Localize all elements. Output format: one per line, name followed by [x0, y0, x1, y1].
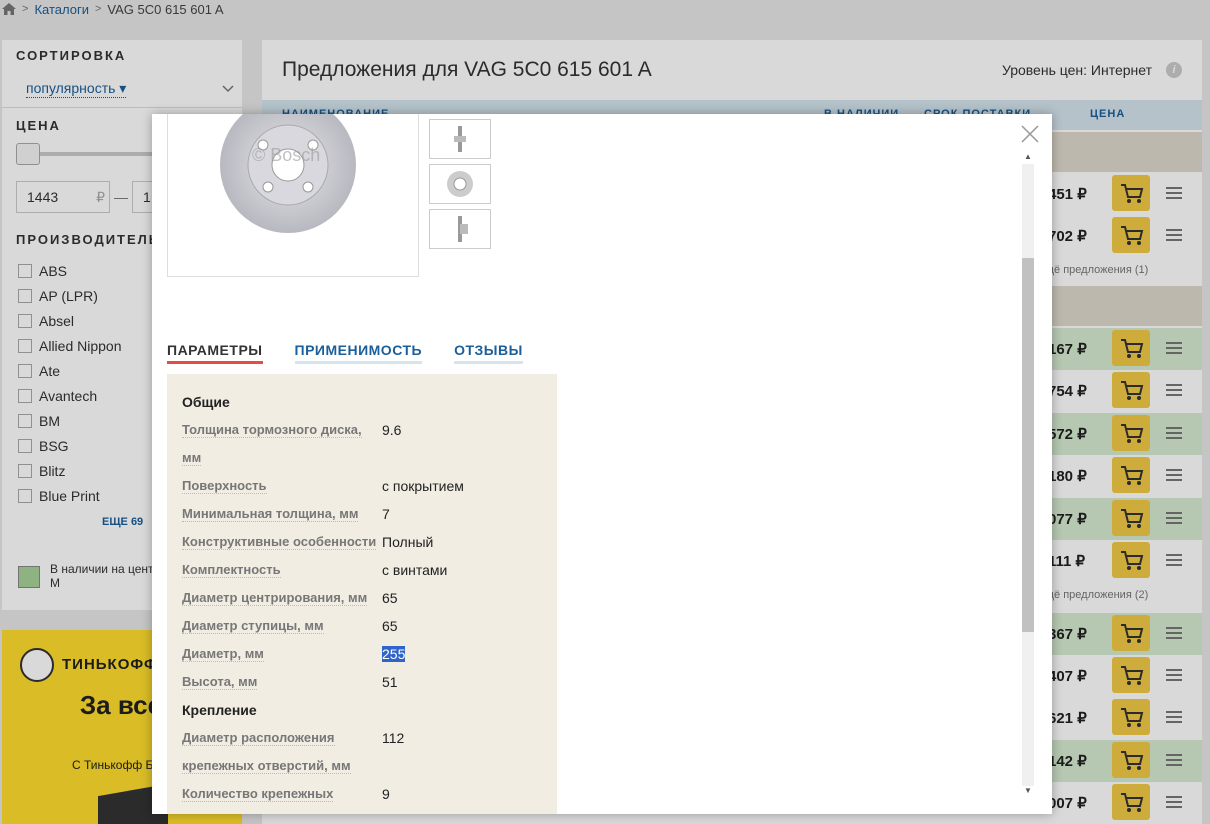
param-row: Диаметр, мм 255	[182, 640, 542, 668]
product-image[interactable]: © Bosch	[167, 114, 419, 277]
param-row: Диаметр расположения крепежных отверстий…	[182, 724, 542, 780]
image-watermark: © Bosch	[252, 145, 320, 165]
scroll-thumb[interactable]	[1022, 258, 1034, 632]
param-value-selected: 255	[382, 646, 406, 662]
scroll-down-icon[interactable]: ▼	[1022, 786, 1034, 798]
param-name: Поверхность	[182, 478, 267, 494]
modal-tabs: ПАРАМЕТРЫ ПРИМЕНИМОСТЬ ОТЗЫВЫ	[167, 342, 555, 364]
param-value: 9.6	[382, 422, 402, 438]
param-name: Диаметр центрирования, мм	[182, 590, 368, 606]
thumbnail[interactable]	[429, 209, 491, 249]
param-name: Минимальная толщина, мм	[182, 506, 359, 522]
param-row: Диаметр ступицы, мм 65	[182, 612, 542, 640]
param-name: Толщина тормозного диска, мм	[182, 422, 362, 466]
param-row: Количество крепежных 9	[182, 780, 542, 808]
thumbnail-list	[429, 114, 491, 254]
param-name: Диаметр расположения крепежных отверстий…	[182, 730, 351, 774]
param-row: Конструктивные особенности Полный	[182, 528, 542, 556]
param-row: Минимальная толщина, мм 7	[182, 500, 542, 528]
product-modal: © Bosch ПАРАМЕТРЫ ПРИМЕНИМОСТЬ ОТЗЫВЫ Об…	[152, 114, 1052, 814]
brake-disc-image: © Bosch	[220, 114, 356, 233]
param-value: 7	[382, 506, 390, 522]
param-value: 9	[382, 786, 390, 802]
tab-applicability[interactable]: ПРИМЕНИМОСТЬ	[294, 342, 423, 364]
section-title: Крепление	[182, 702, 257, 718]
param-value: 51	[382, 674, 398, 690]
param-value: с винтами	[382, 562, 448, 578]
modal-scrollbar[interactable]: ▲ ▼	[1020, 150, 1036, 800]
parameters-panel: Общие Толщина тормозного диска, мм 9.6 По…	[167, 374, 557, 814]
param-value: 65	[382, 590, 398, 606]
thumbnail[interactable]	[429, 119, 491, 159]
tab-parameters[interactable]: ПАРАМЕТРЫ	[167, 342, 263, 364]
tab-reviews[interactable]: ОТЗЫВЫ	[454, 342, 523, 364]
scroll-up-icon[interactable]: ▲	[1022, 152, 1034, 164]
param-name: Высота, мм	[182, 674, 258, 690]
param-row: Комплектность с винтами	[182, 556, 542, 584]
param-name: Диаметр ступицы, мм	[182, 618, 324, 634]
param-name: Комплектность	[182, 562, 281, 578]
param-value: 112	[382, 730, 405, 746]
param-value: Полный	[382, 534, 434, 550]
param-value: с покрытием	[382, 478, 464, 494]
param-name: Диаметр, мм	[182, 646, 264, 662]
param-row: Высота, мм 51	[182, 668, 542, 696]
param-row: Диаметр центрирования, мм 65	[182, 584, 542, 612]
param-name: Конструктивные особенности	[182, 534, 377, 550]
thumbnail[interactable]	[429, 164, 491, 204]
param-name: Количество крепежных	[182, 786, 334, 802]
param-row: Толщина тормозного диска, мм 9.6	[182, 416, 542, 472]
close-icon[interactable]	[1020, 124, 1040, 144]
param-value: 65	[382, 618, 398, 634]
section-title: Общие	[182, 394, 230, 410]
param-row: Поверхность с покрытием	[182, 472, 542, 500]
